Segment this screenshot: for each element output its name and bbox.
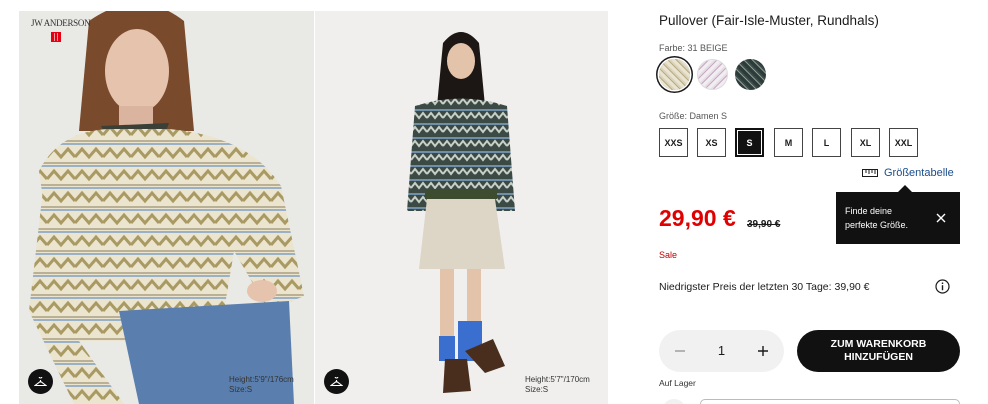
size-button-xl[interactable]: XL — [851, 128, 880, 157]
store-availability-button[interactable] — [700, 399, 960, 404]
hanger-icon[interactable] — [28, 369, 53, 394]
info-icon[interactable] — [935, 279, 950, 294]
close-icon[interactable] — [934, 211, 948, 225]
color-swatch-dark-green[interactable] — [735, 59, 766, 90]
model-height: Height:5'9"/176cm — [229, 375, 294, 384]
size-button-xxs[interactable]: XXS — [659, 128, 688, 157]
size-button-xs[interactable]: XS — [697, 128, 726, 157]
add-to-cart-button[interactable]: ZUM WARENKORB HINZUFÜGEN — [797, 330, 960, 372]
model-info: Height:5'9"/176cm Size:S — [229, 375, 294, 395]
size-chart-label: Größentabelle — [884, 167, 954, 179]
model-size: Size:S — [525, 385, 549, 394]
add-to-cart-label: ZUM WARENKORB HINZUFÜGEN — [830, 338, 927, 363]
plus-icon[interactable] — [753, 341, 773, 361]
sale-price: 29,90 € — [659, 205, 736, 231]
brand-logo-text: JW ANDERSON — [31, 18, 91, 28]
model-size: Size:S — [229, 385, 253, 394]
stock-status: Auf Lager — [659, 378, 696, 388]
size-button-l[interactable]: L — [812, 128, 841, 157]
size-tooltip: Finde deine perfekte Größe. — [836, 185, 960, 244]
size-button-s[interactable]: S — [735, 128, 764, 157]
color-swatch-pink[interactable] — [697, 59, 728, 90]
size-button-xxl[interactable]: XXL — [889, 128, 918, 157]
size-chart-link[interactable]: Größentabelle — [862, 167, 954, 179]
store-icon[interactable] — [662, 399, 686, 404]
hanger-icon[interactable] — [324, 369, 349, 394]
original-price: 39,90 € — [747, 219, 781, 230]
size-label: Größe: Damen S — [659, 111, 728, 121]
model-info: Height:5'7"/170cm Size:S — [525, 375, 590, 395]
model-height: Height:5'7"/170cm — [525, 375, 590, 384]
model-illustration-2 — [407, 32, 515, 393]
product-image-1[interactable]: JW ANDERSON Height:5'9"/176cm Size:S — [19, 11, 314, 404]
color-label: Farbe: 31 BEIGE — [659, 43, 728, 53]
uniqlo-logo — [51, 32, 61, 42]
color-swatch-beige[interactable] — [659, 59, 690, 90]
quantity-stepper[interactable]: 1 — [659, 330, 784, 372]
model-illustration-1 — [29, 11, 304, 404]
tooltip-text: Finde deine perfekte Größe. — [845, 206, 909, 230]
ruler-icon — [862, 169, 878, 177]
product-title: Pullover (Fair-Isle-Muster, Rundhals) — [659, 13, 879, 28]
product-image-2[interactable]: Height:5'7"/170cm Size:S — [315, 11, 608, 404]
size-button-m[interactable]: M — [774, 128, 803, 157]
lowest-price-note: Niedrigster Preis der letzten 30 Tage: 3… — [659, 281, 870, 293]
sale-badge: Sale — [659, 250, 678, 260]
